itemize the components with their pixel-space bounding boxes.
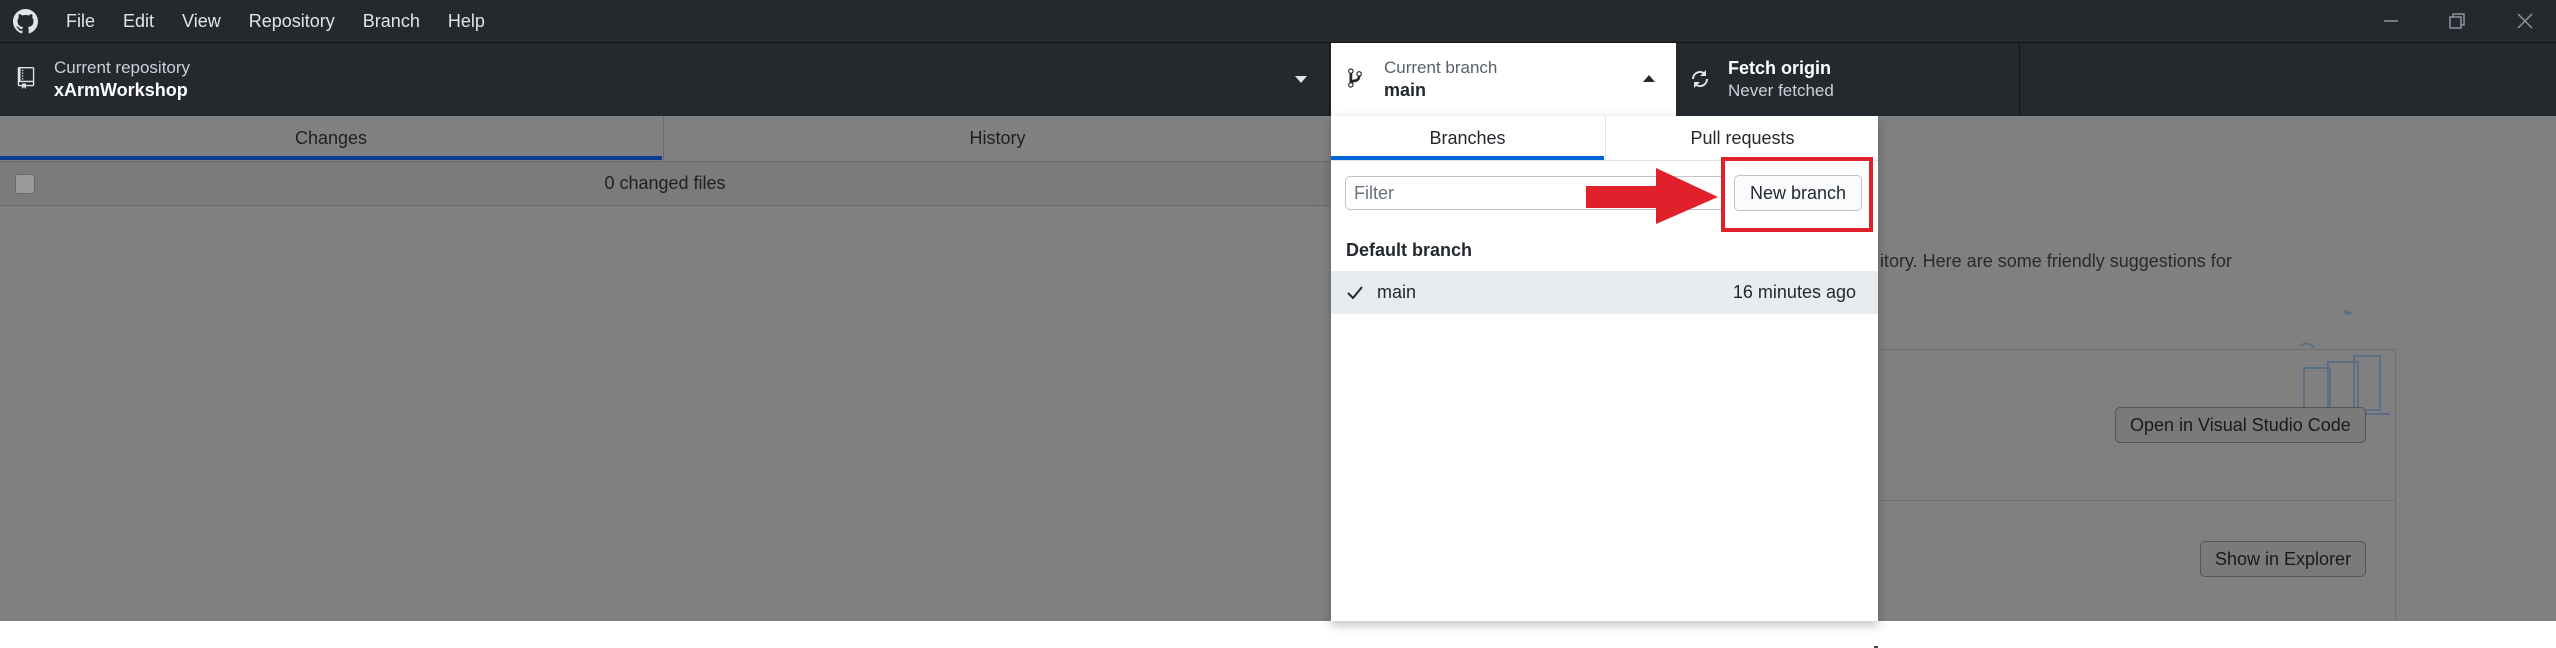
github-logo-icon [13, 9, 38, 34]
repository-icon [17, 67, 35, 89]
menu-bar: File Edit View Repository Branch Help [66, 0, 513, 42]
tab-history[interactable]: History [663, 116, 1331, 161]
git-branch-icon [1348, 68, 1362, 88]
suggestion-text: itory. Here are some friendly suggestion… [1880, 251, 2232, 271]
menu-file[interactable]: File [66, 11, 95, 32]
title-bar: File Edit View Repository Branch Help [0, 0, 2556, 42]
toolbar: Current repository xArmWorkshop Current … [0, 42, 2556, 116]
default-branch-heading: Default branch [1346, 240, 1473, 260]
fetch-origin-button[interactable]: Fetch origin Never fetched [1676, 43, 2020, 116]
tab-pull-requests[interactable]: Pull requests [1605, 116, 1879, 160]
check-icon [1347, 286, 1363, 300]
tab-branches[interactable]: Branches [1331, 116, 1604, 160]
changed-files-header: 0 changed files [0, 162, 1330, 206]
suggestions-divider [1840, 500, 2396, 501]
annotation-arrow-icon [1586, 168, 1718, 224]
menu-branch[interactable]: Branch [363, 11, 420, 32]
repository-label: Current repository [54, 58, 191, 77]
show-in-explorer-button[interactable]: Show in Explorer [2200, 541, 2367, 577]
branch-list-item[interactable]: main 16 minutes ago [1331, 271, 1878, 314]
sync-icon [1691, 70, 1709, 88]
changes-history-tabs: Changes History [0, 116, 1330, 162]
fetch-origin-label: Fetch origin [1728, 58, 1831, 78]
open-in-vscode-button[interactable]: Open in Visual Studio Code [2115, 407, 2366, 443]
annotation-highlight-box [1721, 157, 1873, 232]
current-repository-button[interactable]: Current repository xArmWorkshop [0, 43, 1330, 116]
close-icon[interactable] [2514, 10, 2536, 32]
repository-name: xArmWorkshop [54, 80, 188, 100]
minimize-icon[interactable] [2380, 10, 2402, 32]
chevron-up-icon [1643, 75, 1655, 82]
active-tab-indicator [0, 156, 662, 160]
current-branch-button[interactable]: Current branch main [1331, 43, 1676, 116]
branch-dropdown: Branches Pull requests New branch Defaul… [1331, 116, 1878, 621]
branch-dropdown-tabs: Branches Pull requests [1331, 116, 1878, 161]
changed-files-count: 0 changed files [604, 173, 726, 193]
main-content: Changes History 0 changed files itory. H… [0, 116, 2556, 648]
branch-label: Current branch [1384, 58, 1498, 77]
chevron-down-icon [1295, 76, 1307, 83]
branch-item-name: main [1377, 282, 1417, 302]
menu-repository[interactable]: Repository [249, 11, 335, 32]
branch-item-time: 16 minutes ago [1732, 282, 1856, 302]
fetch-status: Never fetched [1728, 81, 1834, 100]
menu-view[interactable]: View [182, 11, 221, 32]
restore-icon[interactable] [2446, 10, 2468, 32]
tab-changes[interactable]: Changes [0, 116, 662, 161]
branch-name: main [1384, 80, 1427, 100]
menu-edit[interactable]: Edit [123, 11, 154, 32]
suggestions-panel [1840, 349, 2396, 621]
active-tab-indicator [1331, 156, 1604, 160]
menu-help[interactable]: Help [448, 11, 485, 32]
